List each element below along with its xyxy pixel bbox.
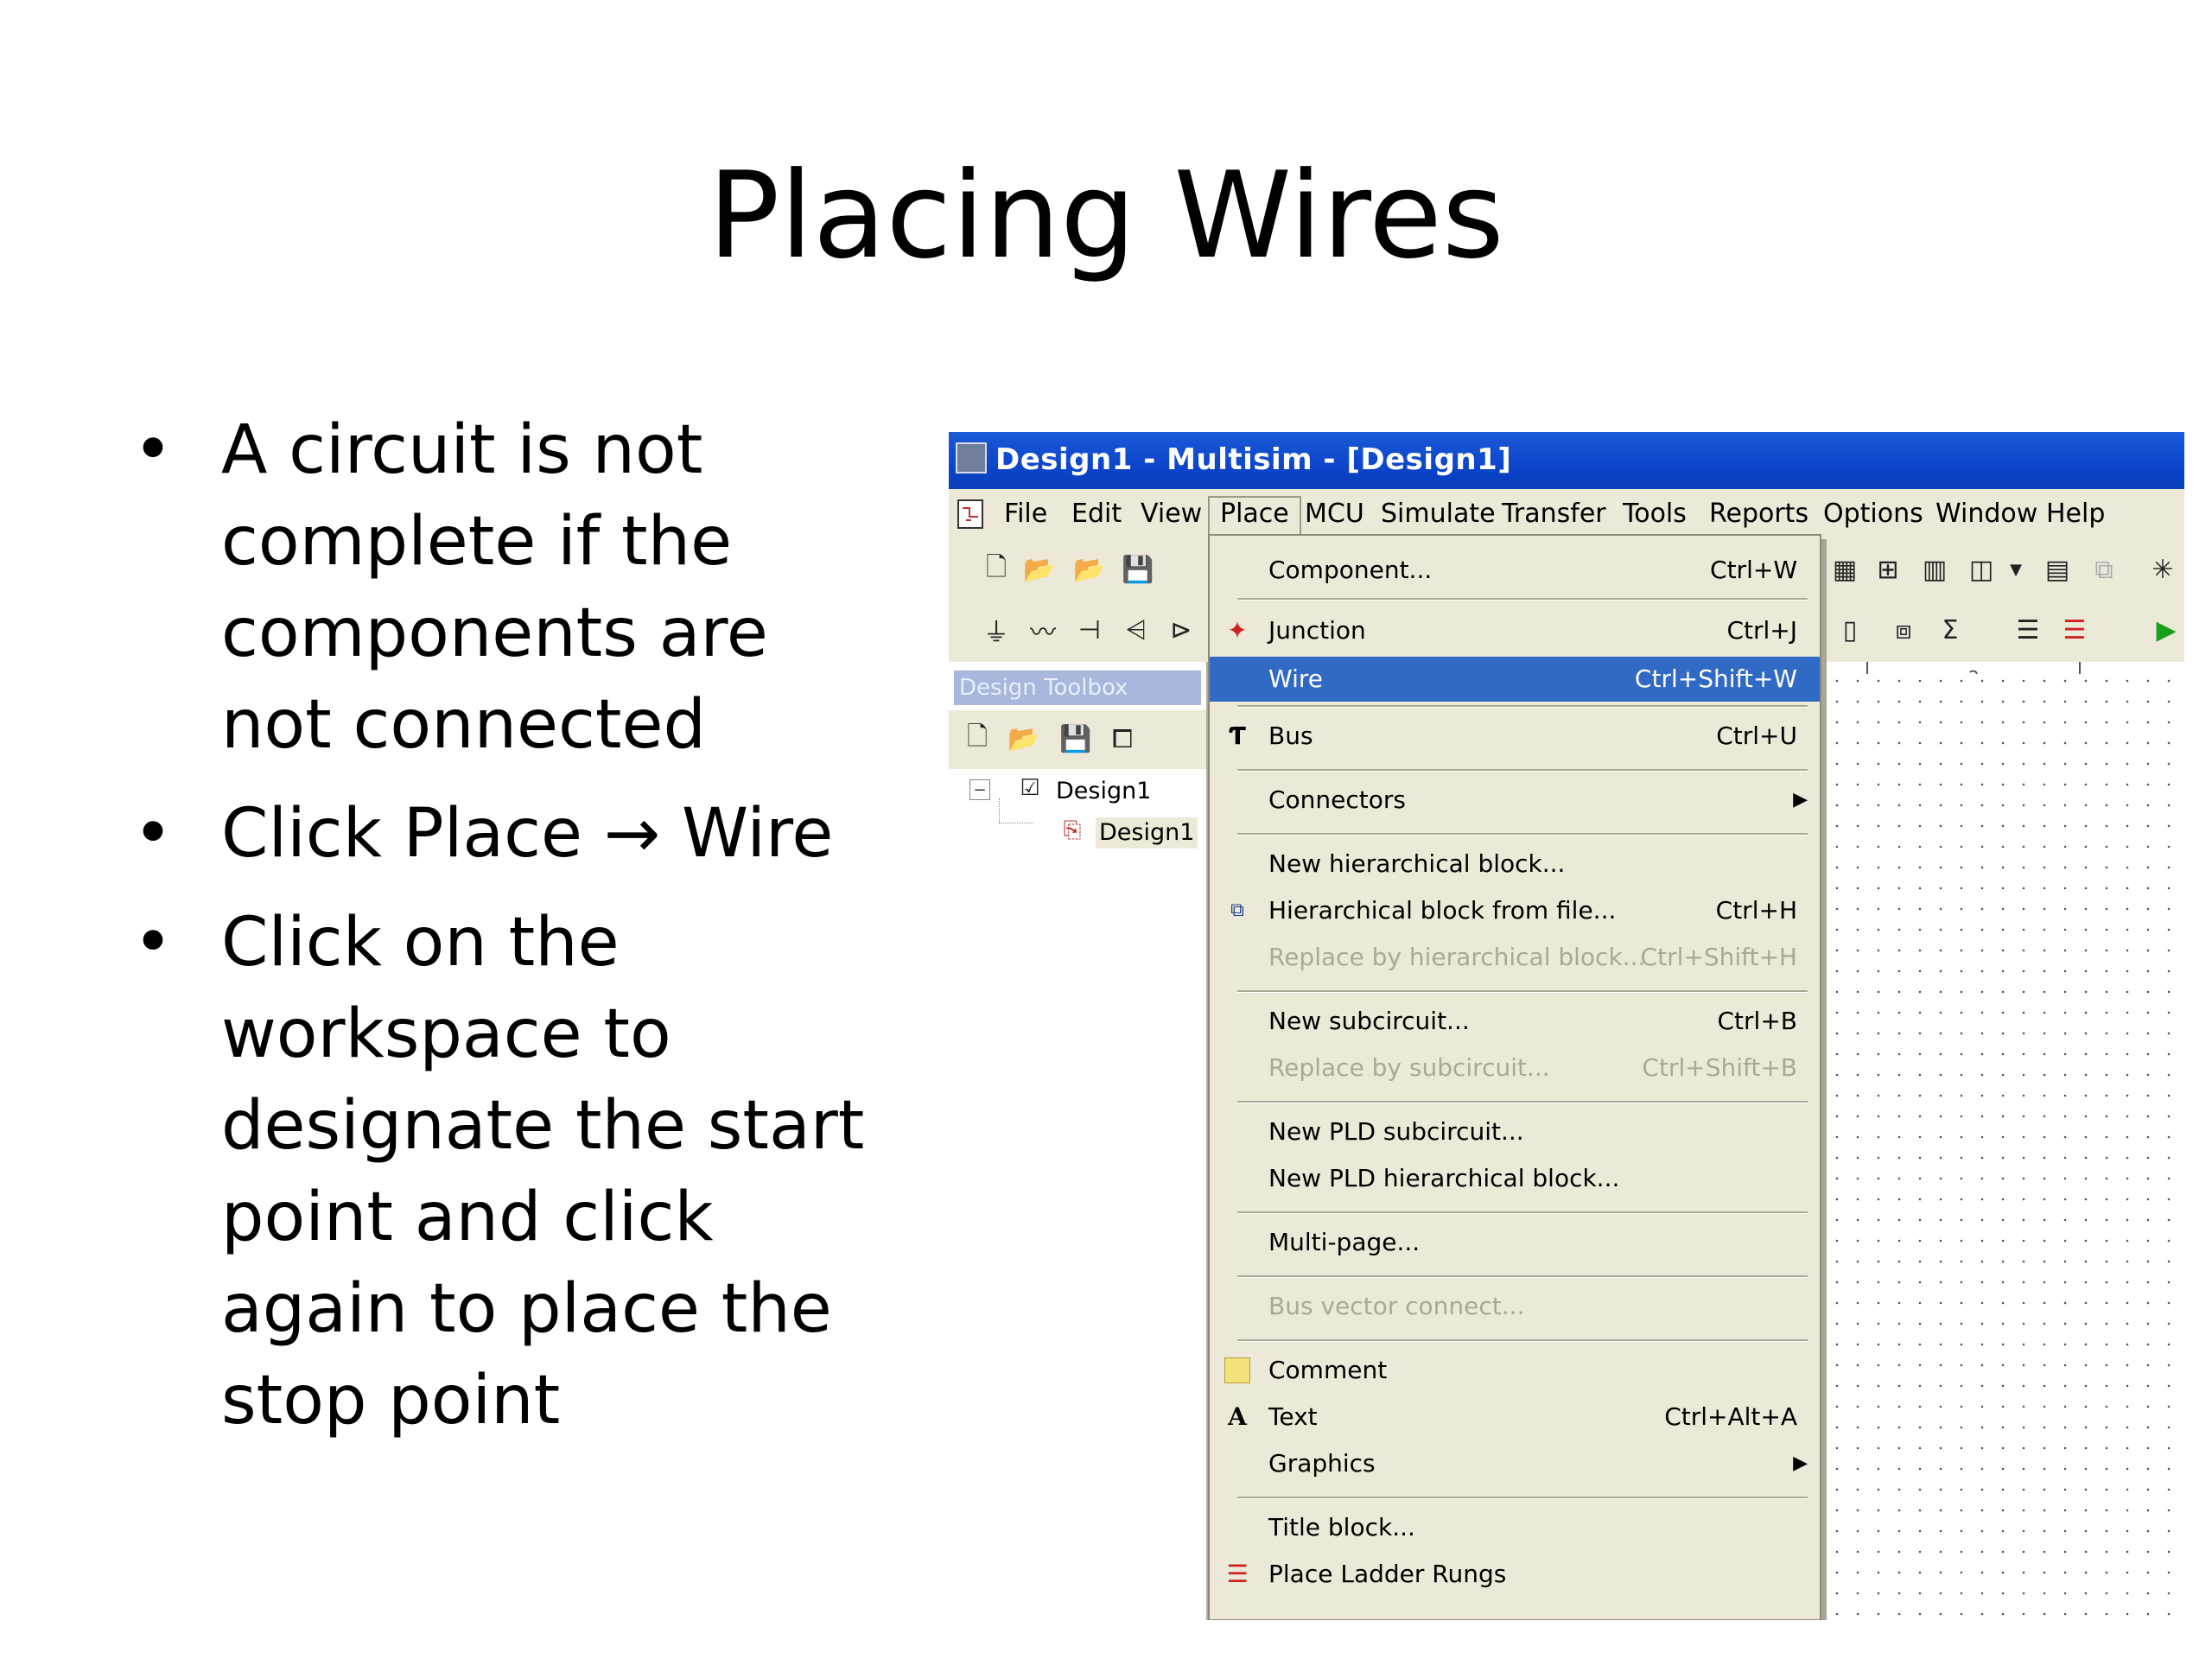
hier-block-toolbar-icon[interactable]: ⧈ <box>1887 613 1920 646</box>
design-toolbox-header: Design Toolbox <box>954 671 1201 705</box>
window-title: Design1 - Multisim - [Design1] <box>995 442 1512 477</box>
multisim-app-icon[interactable] <box>956 442 987 474</box>
toolbox-new-icon[interactable]: 🗋 <box>961 721 994 755</box>
toolbox-close-icon[interactable]: ⧠ <box>1106 722 1139 755</box>
bus-toolbar-icon[interactable]: Ʃ <box>1934 613 1967 646</box>
menu-item-component[interactable]: Component... Ctrl+W <box>1210 548 1820 593</box>
multisim-screenshot: Design1 - Multisim - [Design1] File Edit… <box>949 432 2184 1620</box>
spreadsheet-icon[interactable]: ▥ <box>1918 553 1951 586</box>
grapher-icon[interactable]: ◫ <box>1965 553 1998 586</box>
resistor-icon[interactable]: 〰 <box>1027 613 1059 648</box>
design-checklist-icon: ☑ <box>1020 775 1040 801</box>
menu-item-multi-page[interactable]: Multi-page... <box>1210 1220 1820 1265</box>
probe-icon[interactable]: ▯ <box>1834 613 1866 646</box>
menu-item-replace-subcircuit[interactable]: Replace by subcircuit... Ctrl+Shift+B <box>1210 1046 1820 1090</box>
menu-file[interactable]: File <box>1004 498 1047 531</box>
menu-item-wire[interactable]: Wire Ctrl+Shift+W <box>1210 657 1820 702</box>
bus-icon: Ƭ <box>1229 721 1246 750</box>
menu-item-new-subcircuit[interactable]: New subcircuit... Ctrl+B <box>1210 999 1820 1044</box>
comment-icon <box>1222 1355 1253 1386</box>
schematic-doc-icon[interactable] <box>956 498 987 531</box>
menu-bar: File Edit View Place MCU Simulate Transf… <box>949 489 2184 540</box>
menu-item-title-block[interactable]: Title block... <box>1210 1505 1820 1550</box>
new-file-icon[interactable]: 🗋 <box>980 552 1013 586</box>
menu-item-replace-hier-block[interactable]: Replace by hierarchical block... Ctrl+Shi… <box>1210 935 1820 980</box>
place-menu-dropdown: Component... Ctrl+W ✦ Junction Ctrl+J Wire… <box>1208 534 1821 1620</box>
tree-child-design[interactable]: Design1 <box>1096 817 1198 849</box>
submenu-arrow-icon: ▶ <box>1793 1452 1808 1474</box>
menu-edit[interactable]: Edit <box>1071 498 1122 531</box>
open-folder-icon[interactable]: 📂 <box>1023 553 1056 586</box>
save-icon[interactable]: 💾 <box>1122 553 1154 586</box>
menu-item-connectors[interactable]: Connectors ▶ <box>1210 778 1820 823</box>
collapse-icon[interactable]: − <box>969 779 990 800</box>
dropdown-arrow-icon[interactable]: ▼ <box>1999 553 2032 586</box>
menu-item-graphics[interactable]: Graphics ▶ <box>1210 1441 1820 1486</box>
menu-item-junction[interactable]: ✦ Junction Ctrl+J <box>1210 608 1820 653</box>
workspace-canvas[interactable] <box>1821 674 2184 1620</box>
grid-icon[interactable]: ▦ <box>1828 553 1861 586</box>
slide-title: Placing Wires <box>708 146 1504 285</box>
submenu-arrow-icon: ▶ <box>1793 789 1808 810</box>
menu-item-place-ladder-rungs[interactable]: ☰ Place Ladder Rungs <box>1210 1552 1820 1597</box>
menu-simulate[interactable]: Simulate <box>1381 498 1496 531</box>
menu-transfer[interactable]: Transfer <box>1502 498 1606 531</box>
ladder-rungs-toolbar-icon[interactable]: ☰ <box>2058 613 2091 646</box>
toolbox-open-icon[interactable]: 📂 <box>1007 722 1040 755</box>
menu-item-bus-vector-connect[interactable]: Bus vector connect... <box>1210 1284 1820 1329</box>
transistor-icon[interactable]: ⩤ <box>1120 613 1153 646</box>
menu-reports[interactable]: Reports <box>1709 498 1808 531</box>
menu-mcu[interactable]: MCU <box>1305 498 1364 531</box>
menu-window[interactable]: Window <box>1936 498 2037 531</box>
diode-icon[interactable]: ⊣ <box>1073 613 1106 646</box>
bullet-item: Click Place → Wire <box>130 788 890 880</box>
source-icon[interactable]: ⏚ <box>980 613 1013 648</box>
menu-item-new-pld-subcircuit[interactable]: New PLD subcircuit... <box>1210 1109 1820 1154</box>
menu-item-new-pld-hier-block[interactable]: New PLD hierarchical block... <box>1210 1156 1820 1201</box>
menu-view[interactable]: View <box>1141 498 1202 531</box>
component-wizard-icon[interactable]: ✳ <box>2146 553 2179 586</box>
bullet-list: A circuit is not complete if the compone… <box>130 404 890 1464</box>
menu-item-text[interactable]: A Text Ctrl+Alt+A <box>1210 1395 1820 1440</box>
postprocessor-icon[interactable]: ⧉ <box>2088 553 2120 586</box>
ladder-icon: ☰ <box>1226 1560 1249 1588</box>
hier-block-icon: ⧉ <box>1230 899 1244 921</box>
toolbox-toolbar: 🗋 📂 💾 ⧠ <box>949 710 1206 769</box>
menu-item-new-hier-block[interactable]: New hierarchical block... <box>1210 842 1820 887</box>
schematic-page-icon: ⎘ <box>1063 817 1082 843</box>
open-sample-icon[interactable]: 📂 <box>1073 553 1106 586</box>
menu-help[interactable]: Help <box>2046 498 2105 531</box>
text-icon: A <box>1228 1402 1247 1431</box>
breadboard-icon[interactable]: ⊞ <box>1872 553 1904 586</box>
database-icon[interactable]: ▤ <box>2041 553 2074 586</box>
bullet-item: Click on the workspace to designate the … <box>130 897 890 1446</box>
tree-root-design[interactable]: Design1 <box>1056 776 1151 807</box>
menu-item-bus[interactable]: Ƭ Bus Ctrl+U <box>1210 714 1820 759</box>
design-toolbox-panel: Design Toolbox 🗋 📂 💾 ⧠ − ☑ Design1 ⎘ Des… <box>949 662 1208 1620</box>
title-bar: Design1 - Multisim - [Design1] <box>949 432 2184 489</box>
toolbox-save-icon[interactable]: 💾 <box>1059 722 1092 755</box>
menu-tools[interactable]: Tools <box>1623 498 1687 531</box>
run-simulation-icon[interactable]: ▶ <box>2150 613 2183 646</box>
menu-options[interactable]: Options <box>1823 498 1923 531</box>
bullet-item: A circuit is not complete if the compone… <box>130 404 890 771</box>
menu-place[interactable]: Place <box>1208 496 1301 539</box>
menu-item-hier-block-from-file[interactable]: ⧉ Hierarchical block from file... Ctrl+H <box>1210 888 1820 933</box>
ladder-toolbar-icon[interactable]: ☰ <box>2012 613 2044 646</box>
menu-item-comment[interactable]: Comment <box>1210 1348 1820 1393</box>
analog-icon[interactable]: ⊳ <box>1165 613 1198 646</box>
junction-icon: ✦ <box>1227 616 1248 645</box>
